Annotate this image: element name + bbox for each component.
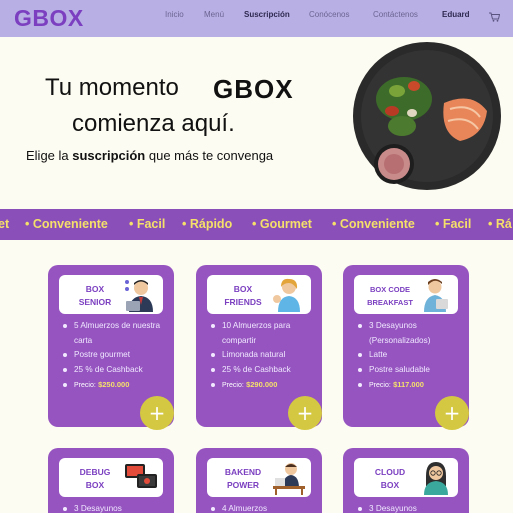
add-subscription-button[interactable]: +	[140, 396, 174, 430]
feature-item: Postre gourmet	[62, 348, 170, 363]
card-features-list: 5 Almuerzos de nuestra carta Postre gour…	[62, 319, 170, 394]
nav-link-conocenos[interactable]: Conócenos	[309, 10, 349, 19]
card-title: DEBUG BOX	[65, 466, 125, 492]
gbox-logo[interactable]: GBOX	[14, 5, 84, 32]
subscription-card-cloud-box: CLOUD BOX 3 Desayunos	[343, 448, 469, 513]
nav-link-inicio[interactable]: Inicio	[165, 10, 184, 19]
price-value: $117.000	[393, 380, 424, 389]
feature-item: 25 % de Cashback	[62, 363, 170, 378]
card-features-list: 10 Almuerzos para compartir Limonada nat…	[210, 319, 318, 394]
developer-avatar-icon	[424, 279, 448, 312]
card-title-line2: BREAKFAST	[367, 298, 413, 307]
card-title-line1: BOX	[85, 284, 105, 294]
marquee-item: • Facil	[129, 217, 166, 231]
price-item: Precio: $290.000	[210, 378, 318, 394]
feature-item: 5 Almuerzos de nuestra carta	[62, 319, 170, 348]
card-title-line1: BAKEND	[224, 467, 262, 477]
feature-item: 3 Desayunos	[357, 502, 465, 513]
card-header: BOX SENIOR	[59, 275, 163, 314]
subscription-card-box-code-breakfast: BOX CODE BREAKFAST 3 Desayunos (Personal…	[343, 265, 469, 430]
subscription-card-box-friends: BOX FRIENDS 10 Almuerzos para compartir …	[196, 265, 322, 430]
card-title-line2: SENIOR	[78, 297, 112, 307]
price-value: $290.000	[246, 380, 278, 389]
card-title-line2: FRIENDS	[224, 297, 262, 307]
price-item: Precio: $250.000	[62, 378, 170, 394]
computer-screens-icon	[125, 464, 157, 488]
nav-link-user[interactable]: Eduard	[442, 10, 470, 19]
feature-item: 25 % de Cashback	[210, 363, 318, 378]
feature-item: 3 Desayunos	[62, 502, 170, 513]
subscription-card-debug-box: DEBUG BOX 3 Desayunos	[48, 448, 174, 513]
card-title: BOX CODE BREAKFAST	[360, 283, 420, 309]
card-title-line2: BOX	[85, 480, 105, 490]
marquee-item: • Gourmet	[252, 217, 312, 231]
card-features-list: 4 Almuerzos	[210, 502, 318, 513]
marquee-item: • Conveniente	[25, 217, 108, 231]
subtitle-pre: Elige la	[26, 148, 69, 163]
worker-desk-icon	[273, 463, 305, 495]
feature-item: Latte	[357, 348, 465, 363]
hero-section: Tu momento GBOX comienza aquí. Elige la …	[0, 37, 513, 209]
woman-avatar-icon	[273, 278, 300, 312]
card-title-line1: CLOUD	[374, 467, 406, 477]
features-marquee: et • Conveniente • Facil • Rápido • Gour…	[0, 209, 513, 240]
marquee-item: • Rápido	[182, 217, 233, 231]
subtitle-post: que más te convenga	[148, 148, 274, 163]
hero-gbox-logo: GBOX	[213, 74, 294, 104]
card-features-list: 3 Desayunos	[62, 502, 170, 513]
add-subscription-button[interactable]: +	[288, 396, 322, 430]
card-title-line2: POWER	[226, 480, 260, 490]
subscription-card-bakend-power: BAKEND POWER 4 Almuerzos	[196, 448, 322, 513]
price-label: Precio:	[369, 382, 391, 389]
marquee-item: • Facil	[435, 217, 472, 231]
card-title: CLOUD BOX	[360, 466, 420, 492]
card-header: BAKEND POWER	[207, 458, 311, 497]
woman-glasses-avatar-icon	[424, 462, 448, 495]
feature-item: 4 Almuerzos	[210, 502, 318, 513]
logo-text: GBOX	[14, 5, 84, 31]
top-navbar: GBOX Inicio Menú Suscripción Conócenos C…	[0, 0, 513, 37]
marquee-item: et	[0, 217, 10, 231]
cart-icon[interactable]	[489, 12, 500, 22]
businessman-avatar-icon	[125, 280, 153, 312]
nav-link-contactenos[interactable]: Contáctenos	[373, 10, 418, 19]
marquee-item: • Rá	[488, 217, 512, 231]
price-value: $250.000	[98, 380, 130, 389]
food-plate-image	[353, 42, 501, 190]
price-item: Precio: $117.000	[357, 378, 465, 394]
subtitle-bold: suscripción	[72, 148, 146, 163]
nav-link-suscripcion[interactable]: Suscripción	[244, 10, 290, 19]
feature-item: 3 Desayunos (Personalizados)	[357, 319, 465, 348]
card-features-list: 3 Desayunos (Personalizados) Latte Postr…	[357, 319, 465, 394]
card-title-line1: DEBUG	[79, 467, 111, 477]
nav-link-menu[interactable]: Menú	[204, 10, 224, 19]
card-title-line2: BOX	[380, 480, 400, 490]
card-features-list: 3 Desayunos	[357, 502, 465, 513]
card-title-line1: BOX CODE	[369, 285, 410, 294]
card-title: BOX FRIENDS	[213, 283, 273, 309]
hero-title-line1: Tu momento	[45, 74, 179, 101]
feature-item: 10 Almuerzos para compartir	[210, 319, 318, 348]
hero-subtitle: Elige la suscripción que más te convenga	[26, 148, 273, 163]
card-header: DEBUG BOX	[59, 458, 163, 497]
hero-title-line2: comienza aquí.	[72, 110, 235, 137]
card-title: BAKEND POWER	[213, 466, 273, 492]
card-header: BOX FRIENDS	[207, 275, 311, 314]
marquee-item: • Conveniente	[332, 217, 415, 231]
subscription-card-box-senior: BOX SENIOR 5 Almuerzos de nuestra carta …	[48, 265, 174, 430]
card-header: CLOUD BOX	[354, 458, 458, 497]
feature-item: Postre saludable	[357, 363, 465, 378]
price-label: Precio:	[74, 382, 96, 389]
card-header: BOX CODE BREAKFAST	[354, 275, 458, 314]
card-title-line1: BOX	[233, 284, 253, 294]
add-subscription-button[interactable]: +	[435, 396, 469, 430]
feature-item: Limonada natural	[210, 348, 318, 363]
card-title: BOX SENIOR	[65, 283, 125, 309]
price-label: Precio:	[222, 382, 244, 389]
